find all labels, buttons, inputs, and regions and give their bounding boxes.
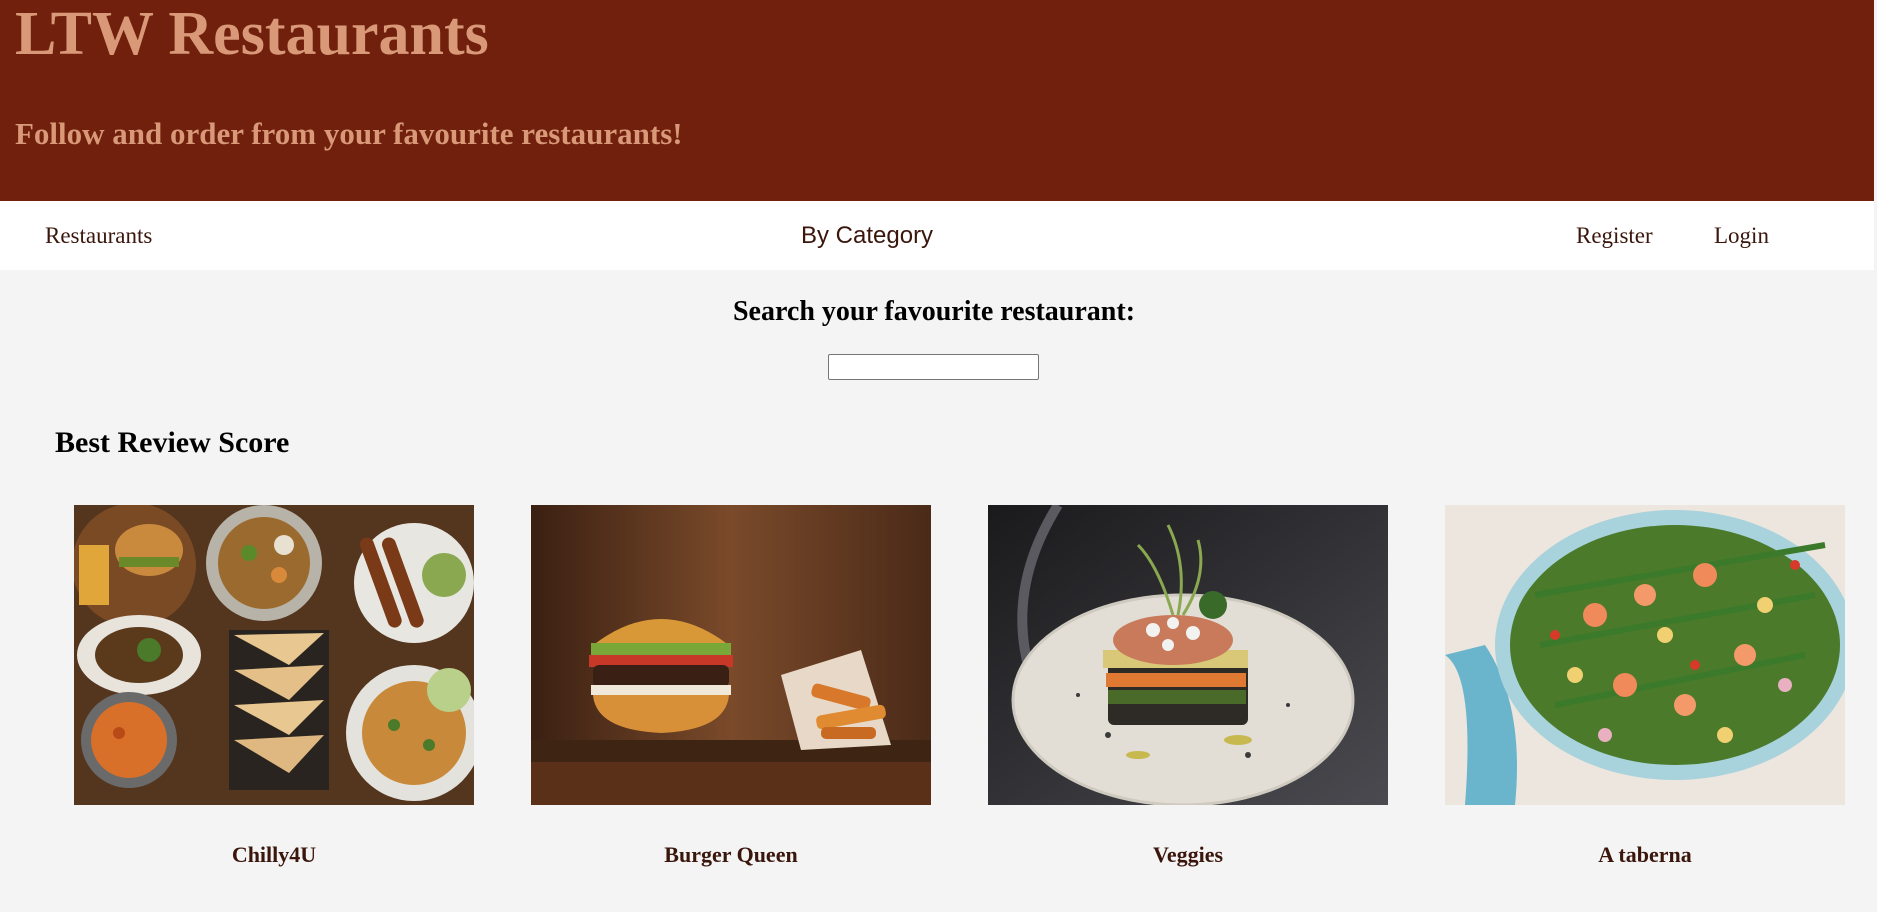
search-heading: Search your favourite restaurant: (732, 296, 1136, 327)
restaurant-image[interactable] (531, 505, 931, 805)
search-input[interactable] (828, 354, 1039, 380)
restaurant-name[interactable]: A taberna (1445, 837, 1845, 873)
restaurant-card[interactable]: A taberna (1445, 505, 1845, 867)
site-subtitle: Follow and order from your favourite res… (15, 116, 683, 151)
restaurant-image[interactable] (988, 505, 1388, 805)
restaurant-name[interactable]: Chilly4U (74, 837, 474, 873)
restaurant-name[interactable]: Burger Queen (531, 837, 931, 873)
restaurant-image[interactable] (74, 505, 474, 805)
restaurant-card[interactable]: Veggies (988, 505, 1388, 867)
restaurant-name[interactable]: Veggies (988, 837, 1388, 873)
nav-by-category-link[interactable]: By Category (801, 201, 933, 270)
restaurant-image[interactable] (1445, 505, 1845, 805)
nav-bar: Restaurants By Category Register Login (0, 201, 1874, 270)
nav-register-link[interactable]: Register (1576, 201, 1653, 270)
best-review-heading: Best Review Score (55, 426, 290, 459)
restaurant-card[interactable]: Burger Queen (531, 505, 931, 867)
site-header: LTW Restaurants Follow and order from yo… (0, 0, 1874, 201)
restaurant-card[interactable]: Chilly4U (74, 505, 474, 867)
site-title: LTW Restaurants (15, 0, 489, 68)
nav-restaurants-link[interactable]: Restaurants (45, 201, 152, 270)
nav-login-link[interactable]: Login (1714, 201, 1769, 270)
